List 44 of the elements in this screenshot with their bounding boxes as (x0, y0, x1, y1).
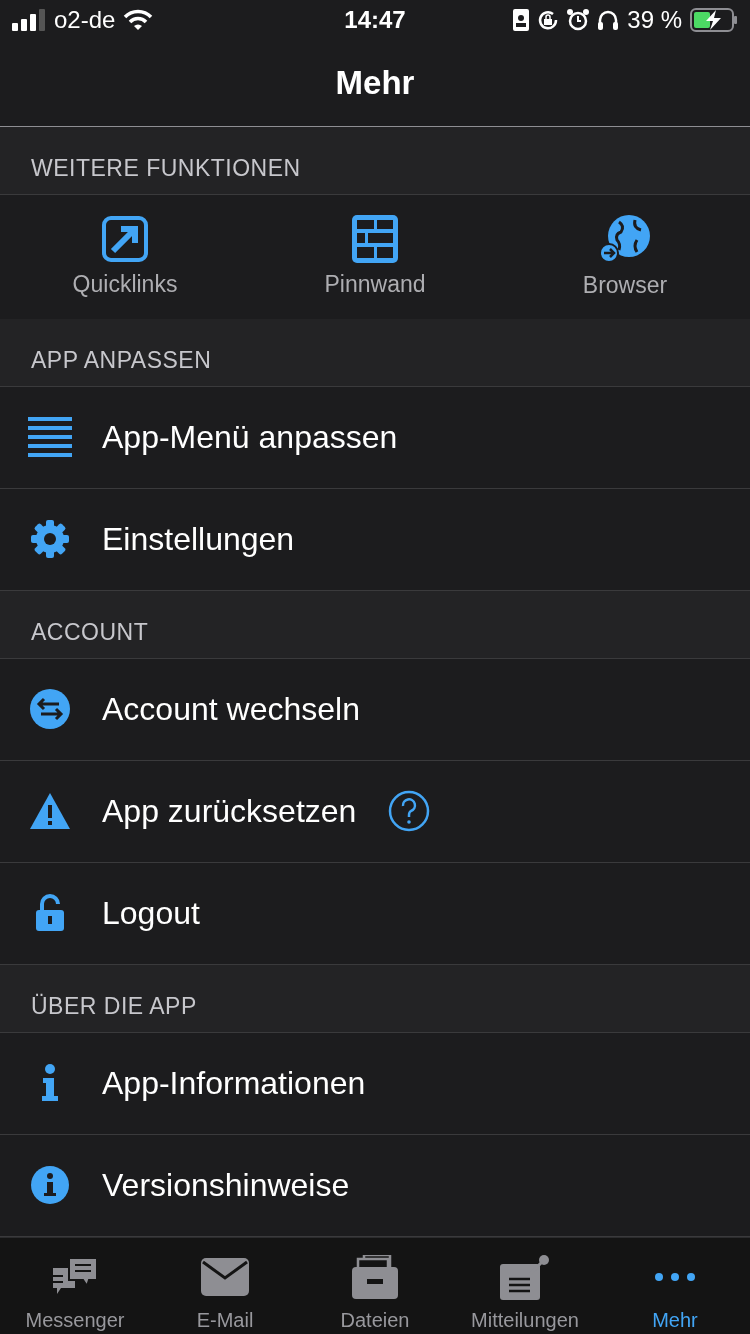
feature-tile[interactable]: Pinnwand (250, 195, 500, 319)
notice-board-icon (500, 1254, 550, 1300)
charging-battery-icon (690, 8, 738, 32)
unlocked-padlock-icon (35, 894, 65, 933)
settings-icon (30, 519, 70, 560)
menu-label: Versionshinweise (102, 1166, 350, 1204)
section-header: ÜBER DIE APP (0, 964, 750, 1033)
feature-tile[interactable]: Browser (500, 195, 750, 319)
feature-tile[interactable]: Quicklinks (0, 195, 250, 319)
headphones-icon (597, 9, 620, 31)
menu-icon (28, 417, 72, 458)
arrow-box-icon (101, 215, 149, 264)
warning-icon (29, 792, 71, 831)
wifi-icon (123, 9, 154, 31)
menu-label: Logout (102, 894, 200, 932)
tab-bar-item[interactable]: Mehr (600, 1238, 750, 1334)
section-header: WEITERE FUNKTIONEN (0, 127, 750, 196)
alarm-clock-icon (567, 9, 590, 31)
screen-title: Mehr (335, 64, 415, 102)
help-icon[interactable] (388, 790, 431, 833)
info-icon (40, 1064, 60, 1103)
brick-wall-icon (352, 215, 398, 264)
tab-bar-item[interactable]: Messenger (0, 1238, 150, 1334)
section-header: ACCOUNT (0, 590, 750, 659)
id-card-icon (513, 9, 530, 31)
info-circle-icon (30, 1165, 70, 1206)
menu-label: App zurücksetzen (102, 792, 357, 830)
menu-label: App-Informationen (102, 1064, 366, 1102)
battery-percentage: 39 % (627, 6, 682, 34)
rotation-lock-icon (537, 9, 560, 31)
swap-arrows-icon (30, 689, 70, 730)
tab-bar-item[interactable]: Mitteilungen (450, 1238, 600, 1334)
clock-time: 14:47 (344, 6, 406, 34)
menu-label: App-Menü anpassen (102, 418, 398, 456)
more-dots-icon (655, 1272, 695, 1282)
tab-bar-item[interactable]: Dateien (300, 1238, 450, 1334)
tab-bar-item[interactable]: E-Mail (150, 1238, 300, 1334)
envelope-icon (201, 1258, 249, 1296)
menu-label: Account wechseln (102, 690, 360, 728)
carrier-name: o2-de (54, 6, 116, 34)
signal-icon (12, 9, 46, 31)
section-header: APP ANPASSEN (0, 318, 750, 387)
file-cabinet-icon (352, 1255, 398, 1299)
menu-label: Einstellungen (102, 520, 295, 558)
